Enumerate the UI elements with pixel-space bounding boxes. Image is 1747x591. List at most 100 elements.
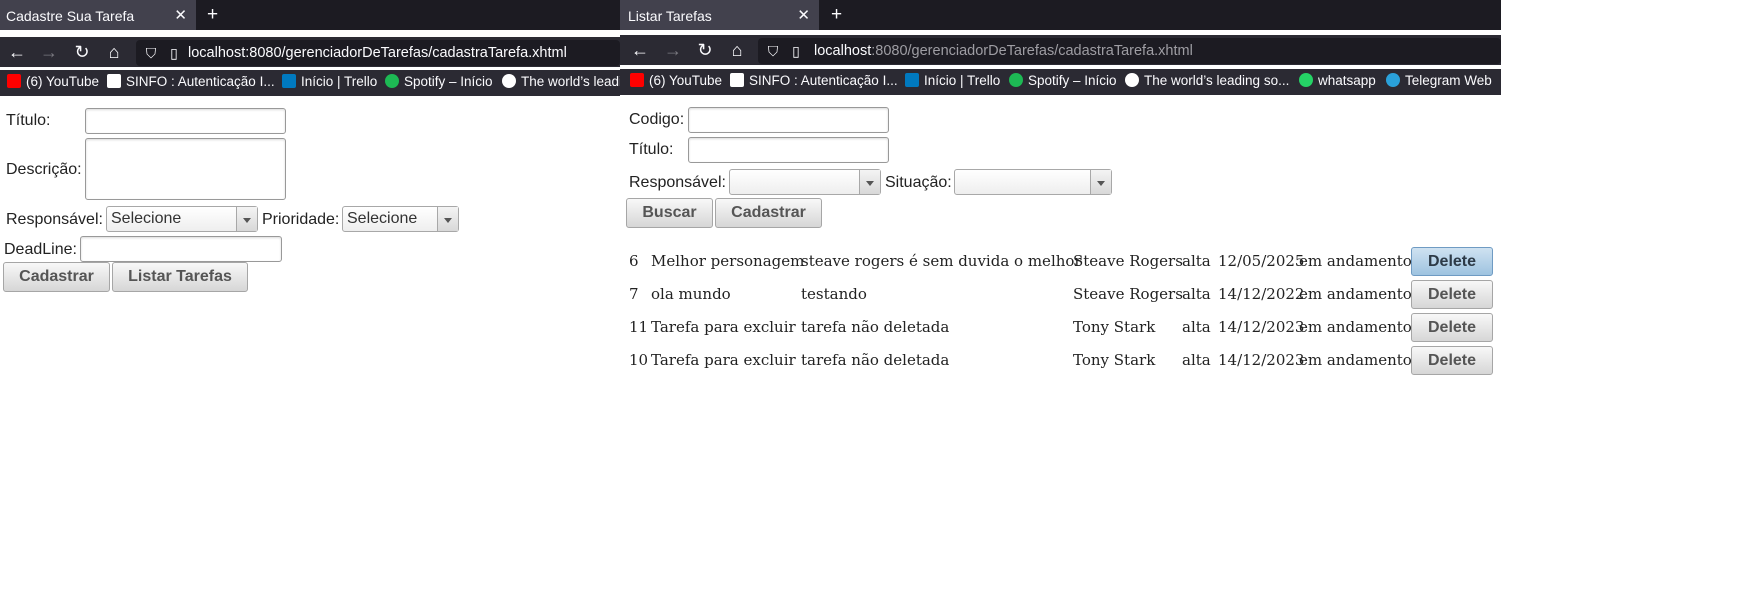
url-text: localhost:8080/gerenciadorDeTarefas/cada… — [814, 43, 1193, 59]
cell-responsavel: Steave Rogers — [1073, 285, 1183, 303]
spotify-icon — [385, 74, 399, 88]
shield-icon[interactable]: ⛉ — [140, 42, 162, 64]
cell-responsavel: Tony Stark — [1073, 318, 1156, 336]
delete-button[interactable]: Delete — [1411, 346, 1493, 375]
chevron-down-icon[interactable] — [1090, 170, 1111, 194]
cell-descricao: testando — [801, 285, 867, 303]
cell-descricao: steave rogers é sem duvida o melhor — [801, 252, 1082, 270]
bookmark-trello[interactable]: Início | Trello — [282, 74, 377, 89]
page-icon: ▯ — [792, 43, 800, 59]
bookmark-youtube[interactable]: (6) YouTube — [630, 73, 722, 88]
bookmark-youtube[interactable]: (6) YouTube — [7, 74, 99, 89]
cell-descricao: tarefa não deletada — [801, 351, 950, 369]
chevron-down-icon[interactable] — [236, 207, 257, 231]
new-tab-icon[interactable]: + — [207, 4, 218, 26]
cell-codigo: 7 — [629, 285, 639, 303]
reload-icon[interactable]: ↻ — [71, 41, 93, 63]
cadastrar-button[interactable]: Cadastrar — [715, 198, 822, 228]
tab-listar-tarefas[interactable]: Listar Tarefas ✕ — [620, 0, 819, 30]
cell-titulo: Tarefa para excluir — [651, 318, 796, 336]
sinfo-icon — [730, 73, 744, 87]
cell-situacao: em andamento — [1299, 285, 1412, 303]
delete-button[interactable]: Delete — [1411, 313, 1493, 342]
titulo-input[interactable] — [85, 108, 286, 134]
bookmarks-bar: (6) YouTube SINFO : Autenticação I... In… — [620, 69, 1501, 95]
cell-titulo: ola mundo — [651, 285, 731, 303]
cadastrar-button[interactable]: Cadastrar — [3, 262, 110, 292]
responsavel-label: Responsável: — [6, 211, 103, 228]
cell-codigo: 6 — [629, 252, 639, 270]
cell-descricao: tarefa não deletada — [801, 318, 950, 336]
titulo-label: Título: — [6, 112, 51, 129]
cell-prioridade: alta — [1182, 318, 1211, 336]
browser-window-cadastro: Cadastre Sua Tarefa ✕ + ← → ↻ ⌂ ⛉ ▯ loca… — [0, 0, 620, 591]
close-tab-icon[interactable]: ✕ — [174, 6, 187, 24]
deadline-input[interactable] — [80, 236, 282, 262]
descricao-textarea[interactable] — [85, 138, 286, 200]
chevron-down-icon[interactable] — [437, 207, 458, 231]
bookmark-whatsapp[interactable]: whatsapp — [1299, 73, 1376, 88]
cell-situacao: em andamento — [1299, 318, 1412, 336]
close-tab-icon[interactable]: ✕ — [797, 6, 810, 24]
cell-deadline: 14/12/2022 — [1218, 285, 1305, 303]
shield-icon[interactable]: ⛉ — [762, 40, 784, 62]
page-content-listar: Codigo: Título: Responsável: Situação: B… — [620, 97, 1501, 591]
prioridade-select[interactable]: Selecione — [342, 206, 459, 232]
tab-bar: Cadastre Sua Tarefa ✕ + — [0, 0, 620, 30]
delete-button[interactable]: Delete — [1411, 247, 1493, 276]
github-icon — [502, 74, 516, 88]
chevron-down-icon[interactable] — [859, 170, 880, 194]
github-icon — [1125, 73, 1139, 87]
prioridade-label: Prioridade: — [262, 211, 340, 228]
url-bar[interactable]: ⛉ ▯ localhost:8080/gerenciadorDeTarefas/… — [136, 40, 620, 66]
situacao-label: Situação: — [885, 174, 952, 191]
cell-prioridade: alta — [1182, 351, 1211, 369]
forward-icon[interactable]: → — [662, 39, 684, 61]
reload-icon[interactable]: ↻ — [694, 39, 716, 61]
bookmark-sinfo[interactable]: SINFO : Autenticação I... — [730, 73, 898, 88]
buscar-button[interactable]: Buscar — [626, 198, 713, 228]
deadline-label: DeadLine: — [4, 241, 77, 258]
bookmark-github[interactable]: The world’s leading so... — [1125, 73, 1289, 88]
new-tab-icon[interactable]: + — [831, 4, 842, 26]
cell-codigo: 10 — [629, 351, 649, 369]
page-content-cadastro: Título: Descrição: Responsável: Selecion… — [0, 97, 620, 591]
responsavel-select[interactable]: Selecione — [106, 206, 258, 232]
bookmark-sinfo[interactable]: SINFO : Autenticação I... — [107, 74, 275, 89]
tab-bar: Listar Tarefas ✕ + — [620, 0, 1501, 30]
cell-deadline: 14/12/2023 — [1218, 318, 1305, 336]
cell-situacao: em andamento — [1299, 351, 1412, 369]
listar-tarefas-button[interactable]: Listar Tarefas — [112, 262, 248, 292]
whatsapp-icon — [1299, 73, 1313, 87]
cell-deadline: 14/12/2023 — [1218, 351, 1305, 369]
forward-icon[interactable]: → — [38, 41, 60, 63]
bookmark-telegram[interactable]: Telegram Web — [1386, 73, 1492, 88]
cell-titulo: Tarefa para excluir — [651, 351, 796, 369]
titulo-input[interactable] — [688, 137, 889, 163]
delete-button[interactable]: Delete — [1411, 280, 1493, 309]
bookmark-github[interactable]: The world’s leadi — [502, 74, 620, 89]
youtube-icon — [630, 73, 644, 87]
page-icon: ▯ — [170, 45, 178, 61]
responsavel-label: Responsável: — [629, 174, 726, 191]
responsavel-select[interactable] — [729, 169, 881, 195]
codigo-input[interactable] — [688, 107, 889, 133]
codigo-label: Codigo: — [629, 111, 685, 128]
bookmark-spotify[interactable]: Spotify – Início — [1009, 73, 1117, 88]
sinfo-icon — [107, 74, 121, 88]
tab-title: Cadastre Sua Tarefa — [6, 8, 135, 24]
situacao-select[interactable] — [954, 169, 1112, 195]
cell-situacao: em andamento — [1299, 252, 1412, 270]
spotify-icon — [1009, 73, 1023, 87]
titulo-label: Título: — [629, 141, 674, 158]
home-icon[interactable]: ⌂ — [103, 41, 125, 63]
cell-titulo: Melhor personagem — [651, 252, 805, 270]
back-icon[interactable]: ← — [6, 41, 28, 63]
trello-icon — [282, 74, 296, 88]
home-icon[interactable]: ⌂ — [726, 39, 748, 61]
tab-cadastre-tarefa[interactable]: Cadastre Sua Tarefa ✕ — [0, 0, 196, 30]
bookmark-spotify[interactable]: Spotify – Início — [385, 74, 493, 89]
url-bar[interactable]: ⛉ ▯ localhost:8080/gerenciadorDeTarefas/… — [758, 38, 1501, 64]
back-icon[interactable]: ← — [629, 39, 651, 61]
bookmark-trello[interactable]: Início | Trello — [905, 73, 1000, 88]
